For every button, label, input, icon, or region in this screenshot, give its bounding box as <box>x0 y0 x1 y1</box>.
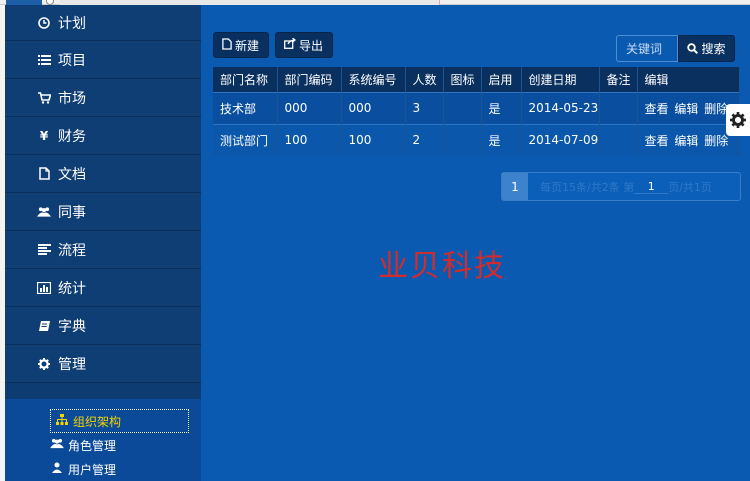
column-header[interactable]: 编辑 <box>637 67 740 92</box>
sidebar-item-admin[interactable]: 管理 <box>5 345 201 383</box>
column-header[interactable]: 备注 <box>599 67 638 92</box>
cog-icon <box>37 357 51 371</box>
sidebar-item-plan[interactable]: 计划 <box>5 5 201 41</box>
pager-info-prefix: 每页15条/共2条 第 <box>540 180 635 194</box>
clock-icon <box>37 16 51 30</box>
bar-chart-icon <box>37 281 51 295</box>
view-link[interactable]: 查看 <box>645 134 669 148</box>
cell-actions: 查看 编辑 删除 <box>637 123 740 156</box>
book-icon <box>37 319 51 333</box>
gear-icon <box>730 112 746 128</box>
users-icon <box>50 438 64 452</box>
delete-link[interactable]: 删除 <box>704 102 728 116</box>
edit-link[interactable]: 编辑 <box>674 102 698 116</box>
sidebar-item-label: 财务 <box>58 128 86 145</box>
table-row[interactable]: 技术部 000 000 3 是 2014-05-23 查看 编辑 删除 <box>213 91 740 124</box>
cell-enabled: 是 <box>481 123 522 156</box>
search-button-label: 搜索 <box>701 42 726 56</box>
cart-icon <box>37 91 51 105</box>
column-header[interactable]: 部门名称 <box>213 67 278 92</box>
cell-count: 3 <box>405 91 444 124</box>
cell-icon <box>443 123 482 156</box>
sidebar-item-label: 字典 <box>58 318 86 335</box>
column-header[interactable]: 人数 <box>405 67 444 92</box>
cell-enabled: 是 <box>481 91 522 124</box>
cell-note <box>599 91 638 124</box>
file-icon <box>222 37 232 53</box>
sidebar-subitem-org-structure[interactable]: 组织架构 <box>50 409 189 433</box>
sidebar-item-label: 项目 <box>58 52 86 69</box>
cell-actions: 查看 编辑 删除 <box>637 91 740 124</box>
view-link[interactable]: 查看 <box>645 102 669 116</box>
user-icon <box>50 462 63 476</box>
column-header[interactable]: 部门编码 <box>277 67 342 92</box>
column-header[interactable]: 系统编号 <box>341 67 406 92</box>
edit-link[interactable]: 编辑 <box>674 134 698 148</box>
watermark-text: 业贝科技 <box>378 249 506 284</box>
export-button[interactable]: 导出 <box>275 32 333 58</box>
sidebar-item-label: 同事 <box>58 204 86 221</box>
column-header[interactable]: 图标 <box>443 67 482 92</box>
column-header[interactable]: 创建日期 <box>521 67 600 92</box>
cell-created: 2014-05-23 <box>521 91 600 124</box>
sidebar-subitem-label: 角色管理 <box>68 438 117 453</box>
sidebar-item-label: 统计 <box>58 280 86 297</box>
pager-info-suffix: 页/共1页 <box>668 180 712 194</box>
new-button-label: 新建 <box>235 38 260 53</box>
users-icon <box>37 205 51 219</box>
page-jump-input[interactable]: 1 <box>634 180 669 194</box>
table-header-row: 部门名称 部门编码 系统编号 人数 图标 启用 创建日期 备注 编辑 <box>213 67 740 92</box>
department-table: 部门名称 部门编码 系统编号 人数 图标 启用 创建日期 备注 编辑 技术部 0… <box>213 67 740 156</box>
main-content: 新建 导出 关键词 搜索 部门名称 部门编码 系统编号 人数 图标 启用 创建日… <box>201 5 750 481</box>
sidebar-item-colleagues[interactable]: 同事 <box>5 193 201 231</box>
sidebar-item-docs[interactable]: 文档 <box>5 155 201 193</box>
align-icon <box>37 243 51 257</box>
cell-created: 2014-07-09 <box>521 123 600 156</box>
search-input[interactable]: 关键词 <box>616 35 678 62</box>
sidebar-subitem-label: 组织架构 <box>73 414 122 429</box>
table-row[interactable]: 测试部门 100 100 2 是 2014-07-09 查看 编辑 删除 <box>213 123 740 156</box>
sidebar-item-workflow[interactable]: 流程 <box>5 231 201 269</box>
cell-code: 000 <box>277 91 342 124</box>
cell-sys-no: 000 <box>341 91 406 124</box>
share-icon <box>284 37 297 52</box>
cell-icon <box>443 91 482 124</box>
page-button-current[interactable]: 1 <box>502 173 528 200</box>
cell-code: 100 <box>277 123 342 156</box>
sidebar-item-label: 计划 <box>58 15 86 32</box>
cell-note <box>599 123 638 156</box>
sidebar-item-label: 市场 <box>58 90 86 107</box>
sitemap-icon <box>55 414 68 428</box>
search-placeholder: 关键词 <box>626 42 663 56</box>
sidebar-subitem-label: 用户管理 <box>68 462 117 477</box>
settings-toggle-button[interactable] <box>726 104 750 136</box>
cell-count: 2 <box>405 123 444 156</box>
search-button[interactable]: 搜索 <box>678 35 735 62</box>
pagination: 1 每页15条/共2条 第 1 页/共1页 <box>501 172 741 201</box>
search-icon <box>687 43 699 54</box>
export-button-label: 导出 <box>299 38 324 53</box>
sidebar-subitem-roles[interactable]: 角色管理 <box>50 433 116 457</box>
sidebar-item-stats[interactable]: 统计 <box>5 269 201 307</box>
sidebar-item-market[interactable]: 市场 <box>5 79 201 117</box>
sidebar-subitem-users[interactable]: 用户管理 <box>50 457 116 481</box>
sidebar: 计划 项目 市场 ¥ 财务 文档 同事 流程 统计 字典 管理 组织架构 角色管… <box>5 5 201 481</box>
sidebar-item-dictionary[interactable]: 字典 <box>5 307 201 345</box>
list-icon <box>37 53 51 67</box>
sidebar-item-project[interactable]: 项目 <box>5 41 201 79</box>
cell-sys-no: 100 <box>341 123 406 156</box>
delete-link[interactable]: 删除 <box>704 134 728 148</box>
sidebar-item-label: 流程 <box>58 242 86 259</box>
new-button[interactable]: 新建 <box>213 32 269 58</box>
sidebar-item-label: 管理 <box>58 356 86 373</box>
sidebar-item-label: 文档 <box>58 166 86 183</box>
sidebar-item-finance[interactable]: ¥ 财务 <box>5 117 201 155</box>
admin-submenu: 组织架构 角色管理 用户管理 <box>5 399 201 481</box>
file-icon <box>37 167 51 181</box>
cell-name: 测试部门 <box>213 123 278 156</box>
cell-name: 技术部 <box>213 91 278 124</box>
column-header[interactable]: 启用 <box>481 67 522 92</box>
yen-icon: ¥ <box>39 128 49 143</box>
